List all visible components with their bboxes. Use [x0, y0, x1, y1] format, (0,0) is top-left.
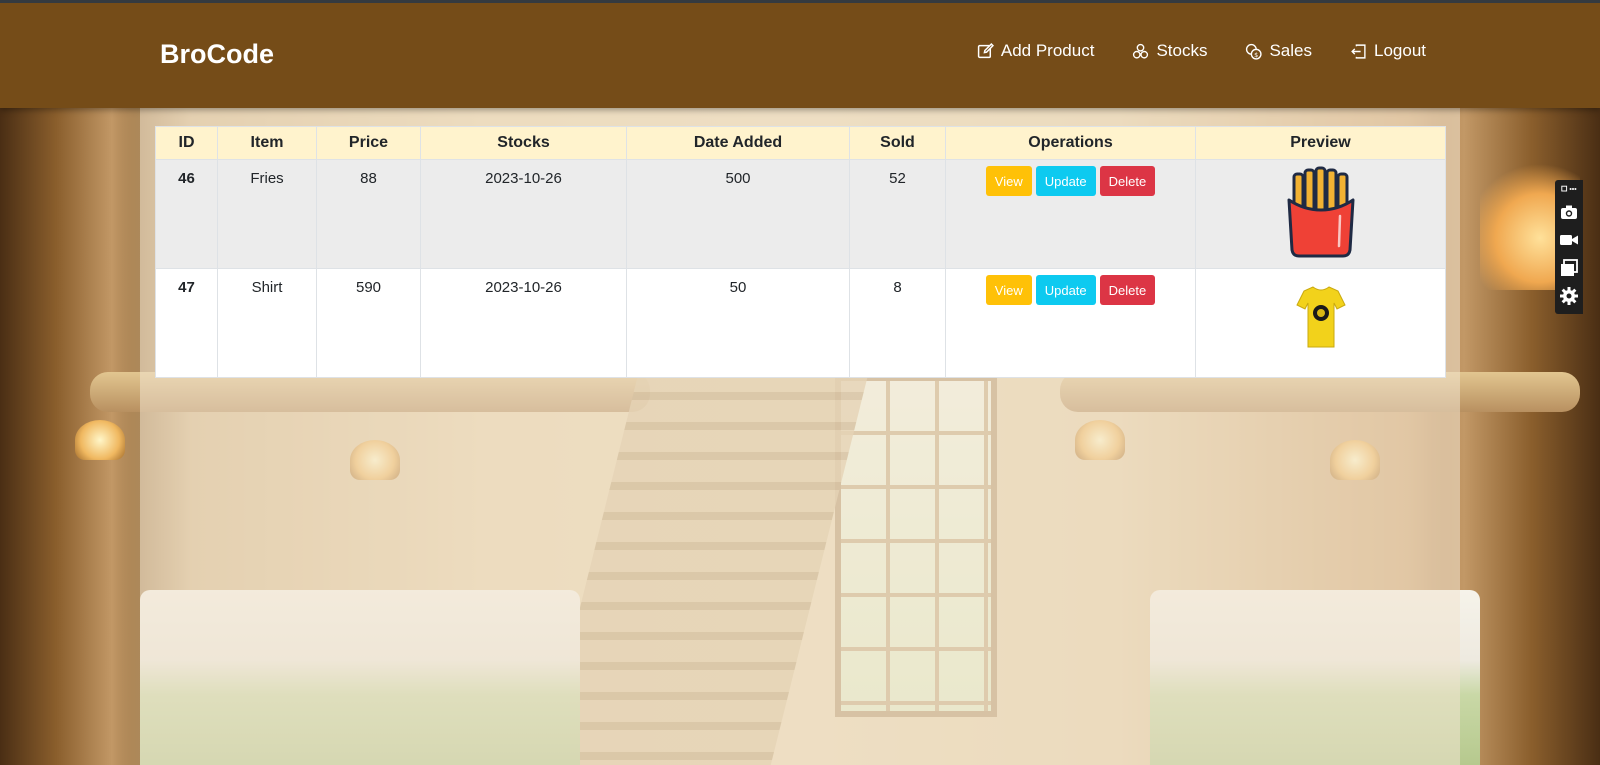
col-header-item: Item [217, 126, 317, 160]
products-table: ID Item Price Stocks Date Added Sold Ope… [155, 126, 1446, 378]
nav-sales-label: Sales [1269, 41, 1312, 60]
update-button[interactable]: Update [1035, 275, 1096, 305]
tshirt-icon [1295, 286, 1346, 348]
cell-id: 47 [155, 268, 218, 378]
boxes-icon [1133, 43, 1149, 59]
col-header-id: ID [155, 126, 218, 160]
video-camera-icon[interactable] [1559, 230, 1579, 250]
delete-button[interactable]: Delete [1099, 275, 1156, 305]
nav-stocks[interactable]: Stocks [1132, 41, 1207, 61]
camera-icon[interactable] [1559, 202, 1579, 222]
view-button[interactable]: View [985, 166, 1032, 196]
nav-logout[interactable]: Logout [1350, 41, 1426, 61]
col-header-date-added: Date Added [626, 126, 850, 160]
cell-id: 46 [155, 159, 218, 269]
cell-operations: View Update Delete [945, 268, 1196, 378]
cell-sold: 52 [849, 159, 946, 269]
cell-preview [1195, 159, 1446, 269]
fries-icon [1287, 166, 1354, 258]
col-header-price: Price [316, 126, 421, 160]
table-row: 46 Fries 88 2023-10-26 500 52 View Updat… [155, 159, 1446, 269]
cell-item: Fries [217, 159, 317, 269]
cell-preview [1195, 268, 1446, 378]
capture-toolbar [1555, 180, 1583, 314]
update-button[interactable]: Update [1035, 166, 1096, 196]
table-header-row: ID Item Price Stocks Date Added Sold Ope… [155, 126, 1446, 160]
nav-stocks-label: Stocks [1156, 41, 1208, 60]
svg-text:$: $ [1255, 50, 1259, 58]
col-header-preview: Preview [1195, 126, 1446, 160]
cell-stocks: 2023-10-26 [420, 268, 627, 378]
settings-gear-icon[interactable] [1559, 286, 1579, 306]
lamp [75, 420, 125, 460]
table-row: 47 Shirt 590 2023-10-26 50 8 View Update… [155, 268, 1446, 378]
products-table-container: ID Item Price Stocks Date Added Sold Ope… [155, 126, 1446, 378]
cell-stocks: 2023-10-26 [420, 159, 627, 269]
cell-date-added: 50 [626, 268, 850, 378]
toolbar-more-icon[interactable] [1559, 184, 1579, 194]
delete-button[interactable]: Delete [1099, 166, 1156, 196]
brand-logo[interactable]: BroCode [160, 39, 274, 70]
navbar: BroCode Add Product Stocks $ Sales Logou… [0, 0, 1600, 108]
logout-icon [1351, 43, 1366, 59]
cell-item: Shirt [217, 268, 317, 378]
cell-date-added: 500 [626, 159, 850, 269]
coins-icon: $ [1246, 43, 1263, 60]
nav-logout-label: Logout [1374, 41, 1426, 60]
cell-sold: 8 [849, 268, 946, 378]
nav-sales[interactable]: $ Sales [1245, 41, 1312, 61]
view-button[interactable]: View [985, 275, 1032, 305]
window-capture-icon[interactable] [1559, 258, 1579, 278]
cell-price: 88 [316, 159, 421, 269]
col-header-sold: Sold [849, 126, 946, 160]
cell-operations: View Update Delete [945, 159, 1196, 269]
col-header-stocks: Stocks [420, 126, 627, 160]
edit-icon [977, 42, 994, 58]
nav-menu: Add Product Stocks $ Sales Logout [977, 41, 1426, 61]
col-header-operations: Operations [945, 126, 1196, 160]
nav-add-product-label: Add Product [1000, 41, 1095, 60]
nav-add-product[interactable]: Add Product [977, 41, 1095, 61]
cell-price: 590 [316, 268, 421, 378]
